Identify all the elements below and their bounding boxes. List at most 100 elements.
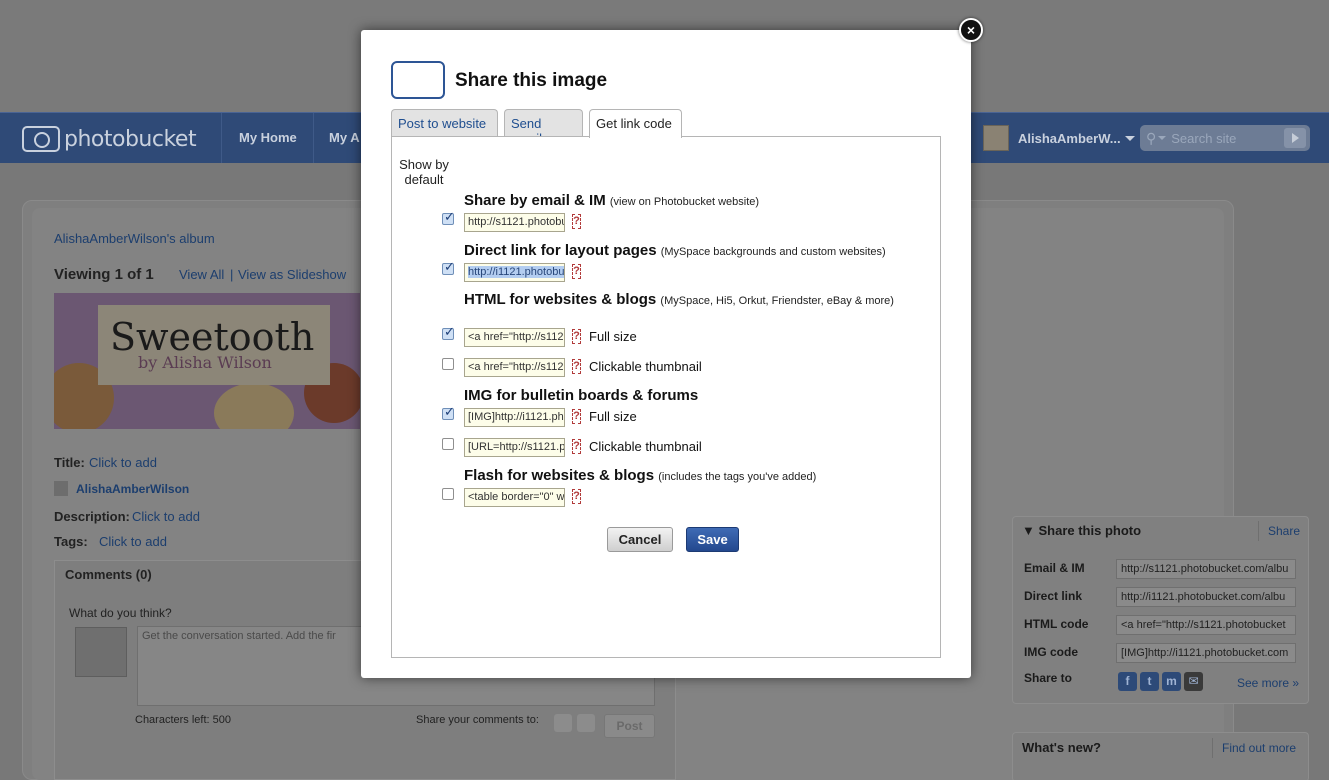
view-all-link[interactable]: View All: [179, 267, 224, 282]
description-label: Description:: [54, 509, 130, 524]
twitter-icon[interactable]: t: [1140, 672, 1159, 691]
flash-section-title: Flash for websites & blogs (includes the…: [464, 467, 816, 484]
help-icon[interactable]: ?: [572, 214, 581, 229]
user-name: AlishaAmberW...: [1018, 130, 1121, 146]
photo-banner[interactable]: Sweetooth by Alisha Wilson: [54, 293, 360, 429]
facebook-icon[interactable]: [554, 714, 572, 732]
tab-get-link-code[interactable]: Get link code: [589, 109, 682, 138]
flash-note: (includes the tags you've added): [658, 471, 817, 483]
tab-send-email[interactable]: Send email: [504, 109, 583, 146]
img-full-size-label: Full size: [589, 409, 637, 424]
html-full-code-field[interactable]: <a href="http://s1121: [464, 328, 565, 347]
email-im-checkbox[interactable]: [442, 209, 455, 225]
direct-link-section-title: Direct link for layout pages (MySpace ba…: [464, 242, 886, 259]
tags-add-link[interactable]: Click to add: [99, 534, 167, 549]
site-search[interactable]: ⚲ Search site: [1140, 125, 1310, 151]
html-code-label: HTML code: [1024, 617, 1089, 631]
tags-label: Tags:: [54, 534, 88, 549]
flash-title: Flash for websites & blogs: [464, 467, 655, 484]
html-thumbnail-label: Clickable thumbnail: [589, 359, 702, 374]
brand-name: photobucket: [64, 126, 197, 152]
close-icon[interactable]: ×: [959, 18, 983, 42]
commenter-avatar: [75, 627, 127, 677]
chevron-down-icon: [1158, 136, 1167, 140]
direct-link-checkbox[interactable]: [442, 259, 455, 275]
help-icon[interactable]: ?: [572, 329, 581, 344]
img-thumbnail-code-field[interactable]: [URL=http://s1121.photo: [464, 438, 565, 457]
comments-header: Comments (0): [65, 567, 152, 582]
nav-divider: [221, 113, 222, 163]
img-title: IMG for bulletin boards & forums: [464, 387, 699, 404]
img-code-label: IMG code: [1024, 645, 1079, 659]
image-thumbnail: [391, 61, 445, 99]
panel-divider: [1258, 521, 1259, 541]
facebook-icon[interactable]: f: [1118, 672, 1137, 691]
find-out-more-link[interactable]: Find out more: [1222, 741, 1296, 755]
direct-link-title: Direct link for layout pages: [464, 242, 657, 259]
email-im-title: Share by email & IM: [464, 192, 606, 209]
direct-link-code-field[interactable]: http://i1121.photobucket.com/: [464, 263, 565, 282]
html-title: HTML for websites & blogs: [464, 291, 657, 308]
html-full-checkbox[interactable]: [442, 324, 455, 340]
share-comments-label: Share your comments to:: [416, 714, 539, 726]
html-code-field[interactable]: <a href="http://s1121.photobucket: [1116, 615, 1296, 635]
twitter-icon[interactable]: [577, 714, 595, 732]
cancel-button[interactable]: Cancel: [607, 527, 673, 552]
myspace-icon[interactable]: m: [1162, 672, 1181, 691]
email-icon[interactable]: ✉: [1184, 672, 1203, 691]
comment-placeholder: Get the conversation started. Add the fi…: [142, 630, 336, 642]
nav-my-home[interactable]: My Home: [239, 130, 297, 145]
user-menu[interactable]: AlishaAmberW...: [983, 125, 1135, 151]
help-icon[interactable]: ?: [572, 409, 581, 424]
img-code-field[interactable]: [IMG]http://i1121.photobucket.com: [1116, 643, 1296, 663]
share-panel-title[interactable]: ▼ Share this photo: [1022, 523, 1141, 538]
help-icon[interactable]: ?: [572, 359, 581, 374]
tab-post-to-website[interactable]: Post to website: [391, 109, 498, 137]
see-more-link[interactable]: See more »: [1237, 676, 1299, 690]
img-thumbnail-label: Clickable thumbnail: [589, 439, 702, 454]
img-full-checkbox[interactable]: [442, 404, 455, 420]
owner-link[interactable]: AlishaAmberWilson: [76, 482, 189, 496]
link-separator: |: [230, 267, 234, 282]
share-to-label: Share to: [1024, 671, 1073, 685]
camera-icon: [22, 126, 60, 152]
html-thumbnail-checkbox[interactable]: [442, 358, 454, 370]
nav-divider: [313, 113, 314, 163]
help-icon[interactable]: ?: [572, 439, 581, 454]
banner-subtitle: by Alisha Wilson: [138, 353, 272, 372]
save-button[interactable]: Save: [686, 527, 739, 552]
direct-link-label: Direct link: [1024, 589, 1083, 603]
flash-code-field[interactable]: <table border="0" width: [464, 488, 565, 507]
html-note: (MySpace, Hi5, Orkut, Friendster, eBay &…: [660, 295, 894, 307]
img-full-code-field[interactable]: [IMG]http://i1121.photo: [464, 408, 565, 427]
view-slideshow-link[interactable]: View as Slideshow: [238, 267, 346, 282]
album-link[interactable]: AlishaAmberWilson's album: [54, 231, 215, 246]
modal-title: Share this image: [455, 70, 608, 91]
email-im-field[interactable]: http://s1121.photobucket.com/albu: [1116, 559, 1296, 579]
help-icon[interactable]: ?: [572, 264, 581, 279]
search-go-icon[interactable]: [1284, 128, 1306, 148]
html-full-size-label: Full size: [589, 329, 637, 344]
help-icon[interactable]: ?: [572, 489, 581, 504]
img-thumbnail-checkbox[interactable]: [442, 438, 454, 450]
share-panel-link[interactable]: Share: [1268, 524, 1300, 538]
whats-new-title: What's new?: [1022, 740, 1101, 755]
nav-my-albums[interactable]: My A: [329, 130, 360, 145]
html-thumbnail-code-field[interactable]: <a href="http://s1121: [464, 358, 565, 377]
chevron-down-icon: [1124, 135, 1135, 141]
photobucket-logo[interactable]: photobucket: [22, 125, 197, 153]
description-add-link[interactable]: Click to add: [132, 509, 200, 524]
owner-avatar: [54, 481, 68, 496]
direct-link-field[interactable]: http://i1121.photobucket.com/albu: [1116, 587, 1296, 607]
email-im-note: (view on Photobucket website): [609, 196, 760, 208]
direct-link-code-selected: http://i1121.photobucket.com/: [468, 266, 564, 278]
title-add-link[interactable]: Click to add: [89, 455, 157, 470]
img-section-title: IMG for bulletin boards & forums: [464, 387, 698, 404]
panel-divider: [1212, 738, 1213, 758]
flash-checkbox[interactable]: [442, 488, 454, 500]
search-input[interactable]: Search site: [1171, 131, 1236, 146]
characters-left: Characters left: 500: [135, 714, 231, 726]
post-button[interactable]: Post: [604, 714, 655, 738]
direct-link-note: (MySpace backgrounds and custom websites…: [660, 246, 886, 258]
email-im-code-field[interactable]: http://s1121.photobucket.com/: [464, 213, 565, 232]
